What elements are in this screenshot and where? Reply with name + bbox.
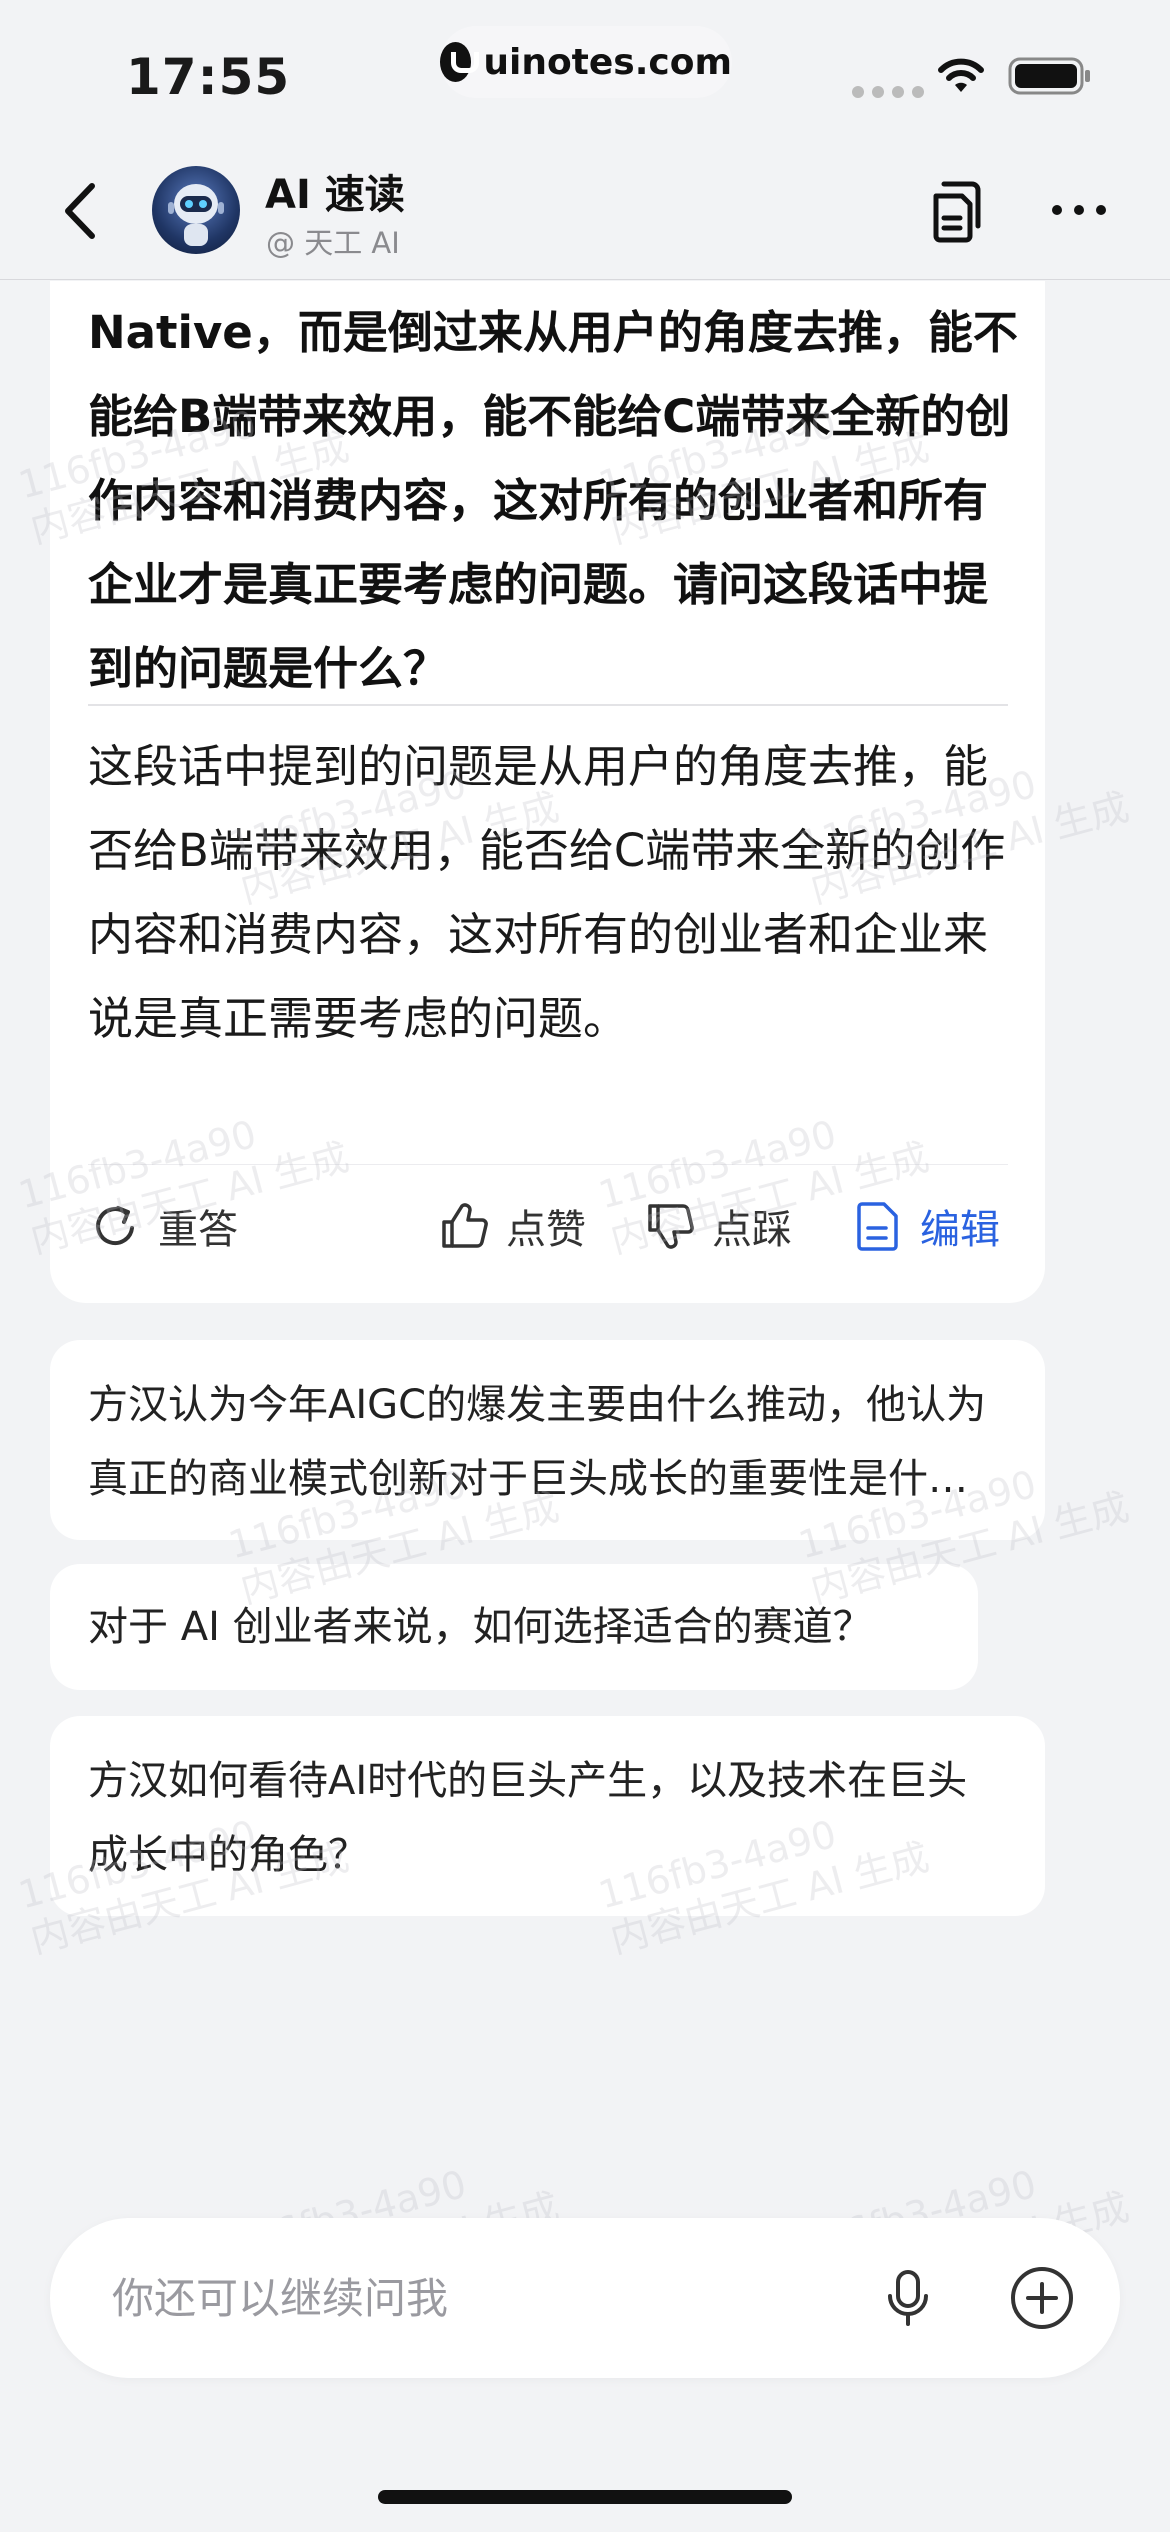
retry-button[interactable]: 重答 xyxy=(88,1191,238,1261)
edit-label: 编辑 xyxy=(920,1207,1000,1253)
battery-icon xyxy=(1008,57,1090,95)
suggested-question-text: 方汉认为今年AIGC的爆发主要由什么推动，他认为真正的商业模式创新对于巨头成长的… xyxy=(88,1382,987,1502)
question-text: Native，而是倒过来从用户的角度去推，能不能给B端带来效用，能不能给C端带来… xyxy=(88,306,1018,695)
robot-icon xyxy=(168,184,224,246)
notes-icon[interactable] xyxy=(926,176,988,246)
suggested-question[interactable]: 方汉认为今年AIGC的爆发主要由什么推动，他认为真正的商业模式创新对于巨头成长的… xyxy=(50,1340,1045,1540)
edit-button[interactable]: 编辑 xyxy=(850,1191,1000,1261)
bot-name: AI 速读 xyxy=(265,172,405,218)
thumbs-down-icon xyxy=(648,1204,694,1249)
microphone-icon[interactable] xyxy=(876,2266,940,2330)
status-time: 17:55 xyxy=(126,48,291,106)
status-bar: 17:55 uinotes.com xyxy=(0,0,1170,140)
chat-input-bar xyxy=(50,2218,1120,2378)
url-text: uinotes.com xyxy=(483,41,732,83)
answer-card: Native，而是倒过来从用户的角度去推，能不能给B端带来效用，能不能给C端带来… xyxy=(50,281,1045,1303)
suggested-question[interactable]: 方汉如何看待AI时代的巨头产生，以及技术在巨头成长中的角色？ xyxy=(50,1716,1045,1916)
more-icon[interactable] xyxy=(1052,198,1112,222)
home-indicator xyxy=(378,2490,792,2504)
like-label: 点赞 xyxy=(506,1207,586,1253)
back-icon[interactable] xyxy=(52,176,112,246)
suggested-question-text: 对于 AI 创业者来说，如何选择适合的赛道？ xyxy=(88,1604,873,1650)
thumbs-up-icon xyxy=(442,1203,488,1248)
dislike-label: 点踩 xyxy=(712,1207,792,1253)
bot-avatar[interactable] xyxy=(152,166,240,254)
wifi-icon xyxy=(938,58,984,92)
suggested-question[interactable]: 对于 AI 创业者来说，如何选择适合的赛道？ xyxy=(50,1564,978,1690)
divider xyxy=(88,704,1008,706)
cellular-signal-icon xyxy=(852,86,924,98)
answer-text: 这段话中提到的问题是从用户的角度去推，能否给B端带来效用，能否给C端带来全新的创… xyxy=(88,740,1006,1045)
site-logo-icon xyxy=(440,42,480,82)
refresh-icon xyxy=(96,1206,134,1245)
add-circle-icon[interactable] xyxy=(1008,2264,1076,2332)
chat-header: AI 速读 @ 天工 AI xyxy=(0,140,1170,280)
suggested-question-text: 方汉如何看待AI时代的巨头产生，以及技术在巨头成长中的角色？ xyxy=(88,1758,968,1878)
url-pill[interactable]: uinotes.com xyxy=(440,26,732,98)
divider xyxy=(88,1164,1008,1165)
chat-input[interactable] xyxy=(112,2258,812,2338)
retry-label: 重答 xyxy=(158,1207,238,1253)
document-edit-icon xyxy=(857,1202,898,1251)
like-button[interactable]: 点赞 xyxy=(436,1191,586,1261)
dislike-button[interactable]: 点踩 xyxy=(642,1191,792,1261)
bot-source: @ 天工 AI xyxy=(266,226,400,260)
